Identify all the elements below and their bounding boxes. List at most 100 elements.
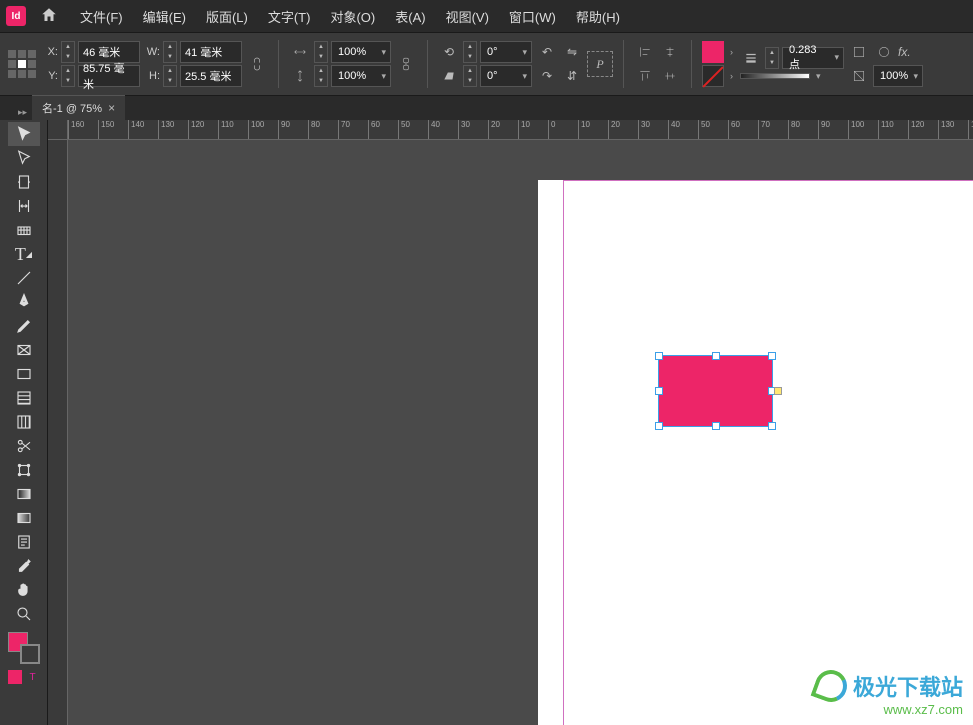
- stroke-color-swatch[interactable]: [20, 644, 40, 664]
- document-tab[interactable]: 名-1 @ 75% ×: [32, 95, 125, 120]
- selected-rectangle[interactable]: [658, 355, 773, 427]
- stroke-swatch[interactable]: [702, 65, 724, 87]
- menu-type[interactable]: 文字(T): [260, 7, 319, 26]
- resize-handle-ml[interactable]: [655, 387, 663, 395]
- text-flow-anchor[interactable]: [774, 387, 782, 395]
- menu-view[interactable]: 视图(V): [438, 7, 497, 26]
- opacity-select[interactable]: 100%: [873, 65, 923, 87]
- menu-edit[interactable]: 编辑(E): [135, 7, 194, 26]
- page-tool[interactable]: [8, 170, 40, 194]
- menu-layout[interactable]: 版面(L): [198, 7, 256, 26]
- note-tool[interactable]: [8, 530, 40, 554]
- canvas-area[interactable]: 1601501401301201101009080706050403020100…: [48, 120, 973, 725]
- reference-point-grid[interactable]: [6, 48, 38, 80]
- menu-window[interactable]: 窗口(W): [501, 7, 564, 26]
- fx-label[interactable]: fx.: [898, 45, 911, 59]
- tools-panel: T◢ T: [0, 120, 48, 725]
- stroke-weight-select[interactable]: 0.283 点: [782, 47, 844, 69]
- content-collector-tool[interactable]: [8, 218, 40, 242]
- resize-handle-tr[interactable]: [768, 352, 776, 360]
- y-input[interactable]: 85.75 毫米: [78, 65, 140, 87]
- align-icon-4[interactable]: [659, 65, 681, 87]
- control-bar: X: ▲▼ 46 毫米 Y: ▲▼ 85.75 毫米 W: ▲▼ 41 毫米 H…: [0, 32, 973, 96]
- opacity-square-icon[interactable]: [848, 41, 870, 63]
- h-stepper[interactable]: ▲▼: [163, 65, 177, 87]
- shear-select[interactable]: 0°: [480, 65, 532, 87]
- resize-handle-br[interactable]: [768, 422, 776, 430]
- home-icon[interactable]: [40, 6, 58, 27]
- watermark-text: 极光下载站: [853, 670, 963, 702]
- stroke-weight-icon: [740, 47, 762, 69]
- resize-handle-bl[interactable]: [655, 422, 663, 430]
- apply-text-color-icon[interactable]: T: [26, 670, 40, 684]
- shear-stepper[interactable]: ▲▼: [463, 65, 477, 87]
- resize-handle-bm[interactable]: [712, 422, 720, 430]
- rectangle-frame-tool[interactable]: [8, 338, 40, 362]
- watermark: 极光下载站 www.xz7.com: [815, 670, 963, 717]
- scale-h-select[interactable]: 100%: [331, 41, 391, 63]
- menu-object[interactable]: 对象(O): [322, 7, 383, 26]
- free-transform-tool[interactable]: [8, 458, 40, 482]
- pen-tool[interactable]: [8, 290, 40, 314]
- tab-close-icon[interactable]: ×: [108, 101, 115, 115]
- scale-v-select[interactable]: 100%: [331, 65, 391, 87]
- rectangle-tool[interactable]: [8, 362, 40, 386]
- w-input[interactable]: 41 毫米: [180, 41, 242, 63]
- opacity-icon: [848, 65, 870, 87]
- gradient-feather-tool[interactable]: [8, 506, 40, 530]
- character-panel-icon[interactable]: P: [587, 51, 613, 77]
- rotate-stepper[interactable]: ▲▼: [463, 41, 477, 63]
- scale-h-icon: [289, 41, 311, 63]
- hand-tool[interactable]: [8, 578, 40, 602]
- direct-selection-tool[interactable]: [8, 146, 40, 170]
- stroke-dropdown-icon[interactable]: ›: [727, 71, 736, 81]
- grid-tool[interactable]: [8, 386, 40, 410]
- vertical-ruler[interactable]: [48, 140, 68, 725]
- panel-collapse-icon[interactable]: ▸▸: [16, 105, 32, 120]
- line-tool[interactable]: [8, 266, 40, 290]
- constrain-scale-icon[interactable]: [395, 53, 417, 75]
- align-icon-1[interactable]: [634, 41, 656, 63]
- rotate-cw-icon[interactable]: ↷: [536, 65, 558, 87]
- ruler-origin[interactable]: [48, 120, 68, 140]
- fill-swatch[interactable]: [702, 41, 724, 63]
- fill-dropdown-icon[interactable]: ›: [727, 47, 736, 57]
- apply-color-icon[interactable]: [8, 670, 22, 684]
- zoom-tool[interactable]: [8, 602, 40, 626]
- horizontal-ruler[interactable]: 1601501401301201101009080706050403020100…: [68, 120, 973, 140]
- scale-v-stepper[interactable]: ▲▼: [314, 65, 328, 87]
- h-input[interactable]: 25.5 毫米: [180, 65, 242, 87]
- constrain-proportions-icon[interactable]: [246, 53, 268, 75]
- gradient-swatch-tool[interactable]: [8, 482, 40, 506]
- menu-file[interactable]: 文件(F): [72, 7, 131, 26]
- flip-h-icon[interactable]: ⇋: [561, 41, 583, 63]
- color-swatches[interactable]: [8, 632, 40, 664]
- menu-help[interactable]: 帮助(H): [568, 7, 628, 26]
- scale-h-stepper[interactable]: ▲▼: [314, 41, 328, 63]
- stroke-style-bar[interactable]: [740, 73, 810, 79]
- y-stepper[interactable]: ▲▼: [61, 65, 75, 87]
- scissors-tool[interactable]: [8, 434, 40, 458]
- rotate-select[interactable]: 0°: [480, 41, 532, 63]
- scale-v-icon: [289, 65, 311, 87]
- columns-tool[interactable]: [8, 410, 40, 434]
- rotate-ccw-icon[interactable]: ↶: [536, 41, 558, 63]
- align-icon-2[interactable]: [659, 41, 681, 63]
- x-stepper[interactable]: ▲▼: [61, 41, 75, 63]
- resize-handle-tm[interactable]: [712, 352, 720, 360]
- stroke-style-dropdown-icon[interactable]: ▾: [813, 71, 824, 82]
- type-tool[interactable]: T◢: [8, 242, 40, 266]
- w-label: W:: [144, 46, 160, 58]
- menu-table[interactable]: 表(A): [387, 7, 433, 26]
- selection-tool[interactable]: [8, 122, 40, 146]
- flip-v-icon[interactable]: ⇵: [561, 65, 583, 87]
- stroke-weight-stepper[interactable]: ▲▼: [765, 47, 779, 69]
- opacity-circle-icon[interactable]: [873, 41, 895, 63]
- page-margin-guide: [563, 180, 973, 725]
- eyedropper-tool[interactable]: [8, 554, 40, 578]
- resize-handle-tl[interactable]: [655, 352, 663, 360]
- gap-tool[interactable]: [8, 194, 40, 218]
- w-stepper[interactable]: ▲▼: [163, 41, 177, 63]
- align-icon-3[interactable]: [634, 65, 656, 87]
- pencil-tool[interactable]: [8, 314, 40, 338]
